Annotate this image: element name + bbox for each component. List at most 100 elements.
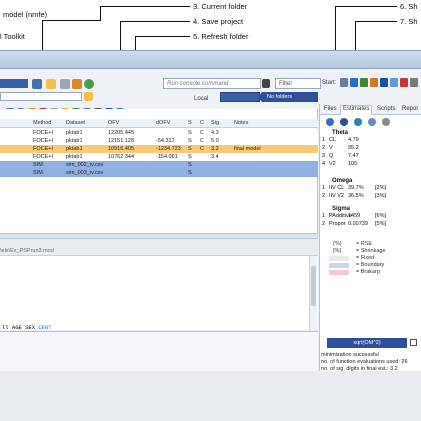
theta-name: V2 <box>329 161 336 167</box>
table-row[interactable]: FOCE+I pktab1 12151.128 -54.317 S C 5.0 <box>0 137 318 145</box>
theta-value: 105 <box>348 161 358 167</box>
filter-input[interactable]: Filter <box>275 78 321 89</box>
cell-s: S <box>188 154 192 160</box>
callout-line <box>42 20 101 21</box>
console-output <box>0 331 318 371</box>
model-table: Method Dataset OFV dOFV S C Sig Notes FO… <box>0 109 318 233</box>
export-icon[interactable] <box>354 118 362 126</box>
theta-idx: 4 <box>322 161 326 167</box>
column-header-sig[interactable]: Sig <box>211 120 219 126</box>
editor-file-path: \els\Ex_PSPrun3.mod <box>0 248 54 254</box>
start-label: Start: <box>322 80 337 86</box>
cell-ofv: 10916.405 <box>108 146 134 152</box>
scrollbar-thumb[interactable] <box>311 266 316 306</box>
folder-path-bar[interactable] <box>0 92 82 101</box>
code-editor[interactable] <box>0 255 318 330</box>
cell-ofv: 12151.128 <box>108 138 134 144</box>
column-header-method[interactable]: Method <box>33 120 51 126</box>
app-launch-icon[interactable] <box>400 78 408 87</box>
refresh-icon[interactable] <box>84 79 94 89</box>
annotation-current-folder: 3. Current folder <box>193 2 248 11</box>
table-row[interactable]: SIM sim_003_iv.csv S <box>0 169 318 177</box>
callout-line <box>120 21 190 22</box>
column-header-c[interactable]: C <box>200 120 204 126</box>
sigma-rse: [6%] <box>375 213 387 219</box>
cell-dataset: sim_003_iv.csv <box>66 170 104 176</box>
column-header-s[interactable]: S <box>188 120 192 126</box>
legend-swatch-boundary <box>329 263 349 268</box>
column-header-dofv[interactable]: dOFV <box>156 120 170 126</box>
app-launch-icon[interactable] <box>340 78 348 87</box>
sqrt-omega-button[interactable]: sqrt(OM^2) <box>327 338 407 348</box>
omega-value: 39.7% <box>348 185 364 191</box>
sigma-value: 0.00739 <box>348 221 368 227</box>
cell-sig: 3.4 <box>211 154 219 160</box>
settings-icon[interactable] <box>382 118 390 126</box>
right-panel: Files Estimates Scripts Repor Theta 1 CL 4… <box>319 104 421 371</box>
refresh-estimates-icon[interactable] <box>326 118 334 126</box>
sigma-heading: Sigma <box>332 206 351 212</box>
cell-s: S <box>188 138 192 144</box>
app-launch-icon[interactable] <box>350 78 358 87</box>
local-selector[interactable] <box>220 92 260 102</box>
table-row[interactable]: FOCE+I pktab1 12205.445 S C 4.3 <box>0 129 318 137</box>
column-header-ofv[interactable]: OFV <box>108 120 119 126</box>
console-run-icon[interactable] <box>262 79 270 88</box>
rse-icon[interactable] <box>340 118 348 126</box>
folder-icon[interactable] <box>46 79 56 89</box>
app-launch-icon[interactable] <box>360 78 368 87</box>
cell-method: SIM <box>33 170 43 176</box>
app-launch-icon[interactable] <box>370 78 378 87</box>
code-line: ll AGE SEX CENT <box>2 324 52 331</box>
cell-method: FOCE+I <box>33 146 54 152</box>
copy-estimates-icon[interactable] <box>368 118 376 126</box>
annotation-refresh-folder: 5. Refresh folder <box>193 32 249 41</box>
save-icon[interactable] <box>32 79 42 89</box>
title-bar <box>0 51 421 69</box>
console-command-input[interactable]: Run console command <box>163 78 261 89</box>
cell-c: C <box>200 146 204 152</box>
legend-prefix: [%] <box>333 248 341 254</box>
option-checkbox[interactable] <box>410 339 417 346</box>
theta-heading: Theta <box>332 130 349 136</box>
folders-button[interactable]: No folders <box>258 92 318 102</box>
theta-value: 7.47 <box>348 153 359 159</box>
right-panel-tabs: Files Estimates Scripts Repor <box>320 104 421 115</box>
theta-idx: 1 <box>322 137 326 143</box>
annotation-show-6: 6. Sh <box>400 2 418 11</box>
tab-estimates[interactable]: Estimates <box>340 105 373 115</box>
table-row[interactable]: FOCE+I pktab1 10916.405 -1234.723 S C 3.2 final… <box>0 145 318 153</box>
tab-scripts[interactable]: Scripts <box>375 106 397 112</box>
sigma-idx: 2 <box>322 221 326 227</box>
app-launch-icon[interactable] <box>410 78 418 87</box>
project-selector[interactable] <box>0 79 28 88</box>
run-icon[interactable] <box>72 79 82 89</box>
omega-rse: [2%] <box>375 185 387 191</box>
pane-splitter[interactable] <box>0 233 318 239</box>
theta-idx: 2 <box>322 145 326 151</box>
trash-icon[interactable] <box>60 79 70 89</box>
legend-prefix: (%) <box>333 241 342 247</box>
column-header-notes[interactable]: Notes <box>234 120 248 126</box>
callout-line <box>335 6 397 7</box>
theta-name: CL <box>329 137 337 143</box>
output-line: no. of sig. digits in final est.: 3.2 <box>321 366 398 372</box>
annotation-show-7: 7. Sh <box>400 17 418 26</box>
editor-scrollbar[interactable] <box>309 256 317 330</box>
theta-name: Q <box>329 153 334 159</box>
tab-reports[interactable]: Repor <box>400 106 420 112</box>
local-label: Local <box>194 96 209 102</box>
omega-idx: 1 <box>322 185 326 191</box>
open-folder-icon[interactable] <box>84 92 93 101</box>
cell-sig: 4.3 <box>211 130 219 136</box>
tab-files[interactable]: Files <box>322 106 339 112</box>
table-row[interactable]: FOCE+I pktab1 10762.344 -154.061 S 3.4 <box>0 153 318 161</box>
cell-dofv: -154.061 <box>156 154 178 160</box>
output-line: minimization successful <box>321 352 379 358</box>
cell-dataset: pktab1 <box>66 130 83 136</box>
table-row[interactable]: SIM sim_002_iv.csv S <box>0 161 318 169</box>
app-launch-icon[interactable] <box>390 78 398 87</box>
cell-method: FOCE+I <box>33 154 54 160</box>
column-header-dataset[interactable]: Dataset <box>66 120 85 126</box>
app-launch-icon[interactable] <box>380 78 388 87</box>
